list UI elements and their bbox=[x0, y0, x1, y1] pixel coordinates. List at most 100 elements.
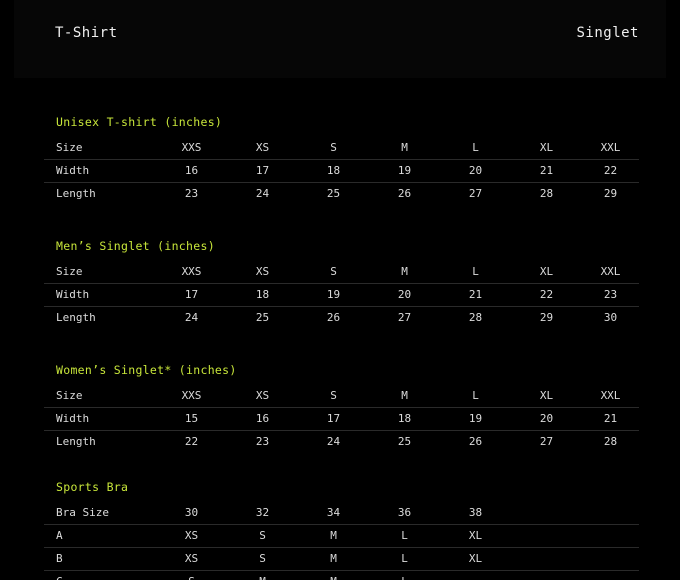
table-cell: L bbox=[369, 524, 440, 548]
table-cell: M bbox=[298, 547, 369, 571]
size-table: Size XXS XS S M L XL XXL Width 15 16 17 18 19 20 21 Leng… bbox=[44, 385, 639, 453]
table-cell: XS bbox=[255, 389, 270, 402]
table-row: CSMML bbox=[44, 570, 639, 580]
table-cell: 26 bbox=[440, 430, 511, 453]
size-guide-page: T-Shirt Singlet Unisex T-shirt (inches) … bbox=[0, 0, 680, 580]
table-header-row: Size XXS XS S M L XL XXL bbox=[44, 137, 639, 160]
table-cell: S bbox=[330, 389, 337, 402]
table-cell: 16 bbox=[156, 159, 227, 183]
table-cell: XS bbox=[255, 265, 270, 278]
table-row: Length 22 23 24 25 26 27 28 bbox=[44, 430, 639, 453]
table-cell: M bbox=[401, 389, 408, 402]
table-cell bbox=[440, 570, 511, 580]
size-section-sports-bra: Sports Bra Bra Size 30 32 34 36 38 A XS S M L XL B XS… bbox=[44, 479, 639, 580]
table-cell bbox=[511, 570, 582, 580]
table-cell: XXL bbox=[600, 389, 621, 402]
table-cell: XXS bbox=[181, 141, 202, 154]
table-cell: 19 bbox=[369, 159, 440, 183]
table-cell: 28 bbox=[582, 430, 639, 453]
table-cell: 19 bbox=[440, 407, 511, 431]
table-cell: 38 bbox=[468, 506, 483, 519]
section-title: Men’s Singlet (inches) bbox=[56, 239, 215, 253]
table-cell: L bbox=[369, 570, 440, 580]
table-cell: 36 bbox=[397, 506, 412, 519]
table-cell: 28 bbox=[440, 306, 511, 329]
table-cell: 24 bbox=[298, 430, 369, 453]
table-cell: 18 bbox=[227, 283, 298, 307]
table-cell bbox=[582, 570, 639, 580]
table-cell: 34 bbox=[326, 506, 341, 519]
table-cell: 25 bbox=[227, 306, 298, 329]
table-cell: XL bbox=[440, 547, 511, 571]
table-cell: S bbox=[227, 524, 298, 548]
table-cell: M bbox=[401, 141, 408, 154]
row-label: Size bbox=[56, 265, 83, 278]
row-label: Width bbox=[44, 283, 156, 307]
table-cell: S bbox=[330, 265, 337, 278]
table-cell: XS bbox=[156, 547, 227, 571]
tab-t-shirt[interactable]: T-Shirt bbox=[55, 25, 118, 41]
table-cell: 18 bbox=[369, 407, 440, 431]
table-cell: 26 bbox=[298, 306, 369, 329]
table-cell: XS bbox=[156, 524, 227, 548]
table-cell: 22 bbox=[156, 430, 227, 453]
size-section-womens-singlet: Women’s Singlet* (inches) Size XXS XS S M L XL… bbox=[44, 362, 639, 453]
section-title: Sports Bra bbox=[56, 480, 129, 494]
table-cell: 29 bbox=[511, 306, 582, 329]
table-cell: 23 bbox=[156, 182, 227, 205]
row-label: B bbox=[44, 547, 156, 571]
table-row: Length 24 25 26 27 28 29 30 bbox=[44, 306, 639, 329]
table-cell: 17 bbox=[227, 159, 298, 183]
table-cell: 21 bbox=[582, 407, 639, 431]
table-cell: 15 bbox=[156, 407, 227, 431]
table-cell: M bbox=[298, 524, 369, 548]
row-label: Width bbox=[44, 407, 156, 431]
table-cell: 30 bbox=[184, 506, 199, 519]
table-cell: 24 bbox=[227, 182, 298, 205]
size-table: Size XXS XS S M L XL XXL Width 17 18 19 20 21 22 23 Leng… bbox=[44, 261, 639, 329]
table-row: B XS S M L XL bbox=[44, 547, 639, 571]
table-cell: XS bbox=[255, 141, 270, 154]
section-title: Women’s Singlet* (inches) bbox=[56, 363, 237, 377]
table-cell: 23 bbox=[227, 430, 298, 453]
row-label: Bra Size bbox=[56, 506, 109, 519]
tab-singlet[interactable]: Singlet bbox=[576, 25, 639, 41]
table-cell: XL bbox=[539, 265, 554, 278]
table-cell: M bbox=[401, 265, 408, 278]
section-title: Unisex T-shirt (inches) bbox=[56, 115, 223, 129]
table-cell: 20 bbox=[369, 283, 440, 307]
table-cell: 27 bbox=[511, 430, 582, 453]
table-row: A XS S M L XL bbox=[44, 524, 639, 548]
table-cell bbox=[582, 547, 639, 571]
size-table: Size XXS XS S M L XL XXL Width 16 17 18 19 20 21 22 Leng… bbox=[44, 137, 639, 205]
table-cell: 17 bbox=[156, 283, 227, 307]
table-cell: XXS bbox=[181, 265, 202, 278]
size-section-mens-singlet: Men’s Singlet (inches) Size XXS XS S M L XL XXL… bbox=[44, 238, 639, 329]
table-header-row: Bra Size 30 32 34 36 38 bbox=[44, 502, 639, 525]
size-table: Bra Size3032343638AXSSMLXLBXSSMLXLCSMML bbox=[44, 502, 639, 580]
table-cell bbox=[582, 524, 639, 548]
table-cell: 27 bbox=[440, 182, 511, 205]
table-row: Width 16 17 18 19 20 21 22 bbox=[44, 159, 639, 183]
row-label: Width bbox=[44, 159, 156, 183]
table-cell: 25 bbox=[298, 182, 369, 205]
table-cell: 25 bbox=[369, 430, 440, 453]
table-cell: XL bbox=[440, 524, 511, 548]
table-cell bbox=[511, 547, 582, 571]
table-cell bbox=[582, 502, 639, 525]
table-cell: 21 bbox=[440, 283, 511, 307]
table-cell bbox=[511, 502, 582, 525]
row-label: Length bbox=[44, 182, 156, 205]
table-cell: 28 bbox=[511, 182, 582, 205]
row-label: Length bbox=[44, 430, 156, 453]
size-section-unisex-tshirt: Unisex T-shirt (inches) Size XXS XS S M L XL XX… bbox=[44, 114, 639, 205]
table-cell: 20 bbox=[440, 159, 511, 183]
table-cell: 32 bbox=[255, 506, 270, 519]
table-cell: 23 bbox=[582, 283, 639, 307]
table-cell: 19 bbox=[298, 283, 369, 307]
table-row: Width 17 18 19 20 21 22 23 bbox=[44, 283, 639, 307]
table-cell: 24 bbox=[156, 306, 227, 329]
table-cell: XXS bbox=[181, 389, 202, 402]
table-cell: 30 bbox=[582, 306, 639, 329]
table-cell: S bbox=[330, 141, 337, 154]
